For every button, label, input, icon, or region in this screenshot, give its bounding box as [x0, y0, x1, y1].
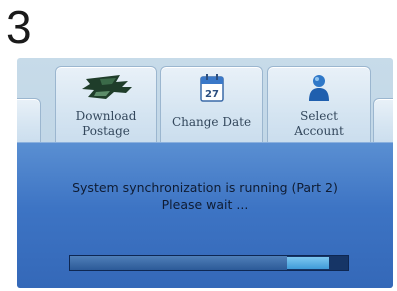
download-postage-icon — [76, 73, 136, 111]
tab-change-date[interactable]: 27 Change Date — [160, 66, 263, 147]
tab-download-postage-label: Download Postage — [75, 109, 137, 138]
user-account-icon — [307, 73, 331, 109]
device-screen: Download Postage 27 Change Date Select A… — [17, 58, 393, 288]
progress-active-segment — [286, 257, 329, 269]
progress-fill — [70, 256, 287, 270]
sync-panel: System synchronization is running (Part … — [17, 142, 393, 288]
step-number: 3 — [6, 1, 32, 53]
tab-select-account[interactable]: Select Account — [267, 66, 371, 147]
calendar-icon: 27 — [199, 73, 225, 107]
tab-partial-left[interactable] — [17, 98, 41, 147]
progress-bar — [69, 255, 349, 271]
sync-message-line2: Please wait ... — [161, 197, 249, 212]
sync-message-line1: System synchronization is running (Part … — [72, 180, 338, 195]
tab-select-account-label: Select Account — [294, 109, 344, 138]
tab-partial-right[interactable] — [373, 98, 393, 147]
sync-message: System synchronization is running (Part … — [17, 179, 393, 213]
calendar-day: 27 — [205, 89, 219, 100]
tab-change-date-label: Change Date — [171, 115, 252, 129]
tab-download-postage[interactable]: Download Postage — [55, 66, 157, 147]
